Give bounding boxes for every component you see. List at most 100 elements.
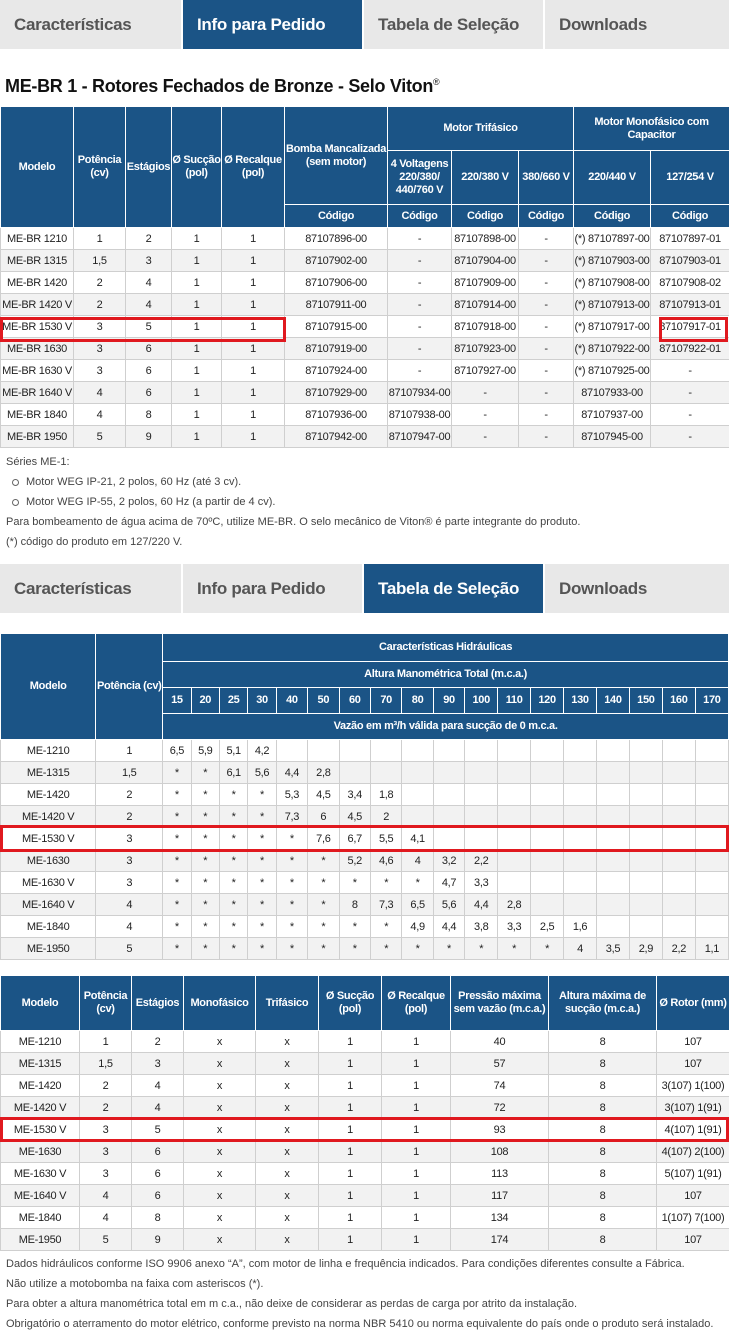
table-cell: 1 <box>318 1052 382 1075</box>
table-cell: 1 <box>318 1074 382 1097</box>
table-cell: * <box>401 871 434 894</box>
tab-downloads[interactable]: Downloads <box>545 0 729 49</box>
header-4-voltagens: 4 Voltagens 220/380/ 440/760 V <box>387 150 452 205</box>
table-cell: x <box>255 1118 319 1141</box>
table-cell: x <box>255 1096 319 1119</box>
tab-caracteristicas[interactable]: Características <box>0 564 181 613</box>
table-cell: 1 <box>318 1118 382 1141</box>
table-cell: x <box>183 1140 256 1163</box>
table-cell: 3,3 <box>464 871 499 894</box>
table-row: ME-1420 V 2 * * * * 7,3 6 4,5 2 <box>0 805 729 828</box>
header-altura-value: 150 <box>628 687 663 714</box>
table-cell <box>595 871 630 894</box>
table-cell: * <box>162 893 192 916</box>
table-cell: 1 <box>171 381 222 404</box>
table-cell: - <box>387 337 452 360</box>
table-cell: * <box>247 849 277 872</box>
table-cell: 1 <box>318 1228 382 1251</box>
tab-tabela-selecao[interactable]: Tabela de Seleção <box>364 0 543 49</box>
table-row: ME-BR 1210 1 2 1 1 87107896-00-87107898-00- (*… <box>0 227 729 250</box>
table-cell: 6 <box>131 1162 184 1185</box>
header-motor-monofasico: Motor Monofásico com Capacitor <box>573 106 729 151</box>
table-cell: 1,5 <box>79 1052 132 1075</box>
table-cell: (*) 87107925-00 <box>573 359 652 382</box>
table-cell: - <box>650 359 729 382</box>
table-cell: 3,8 <box>464 915 499 938</box>
header-modelo: Modelo <box>0 106 74 228</box>
table-cell: 2 <box>369 805 403 828</box>
header-cell: Ø Sucção (pol) <box>318 975 382 1031</box>
tab-tabela-selecao[interactable]: Tabela de Seleção <box>364 564 543 613</box>
table-cell: 4,5 <box>338 805 371 828</box>
table-cell: 4 <box>73 403 126 426</box>
table-cell: - <box>517 337 575 360</box>
table-cell: 1 <box>221 381 285 404</box>
table-cell: 87107934-00 <box>387 381 452 404</box>
table-cell: * <box>247 937 277 960</box>
table-cell: * <box>162 805 192 828</box>
table-cell: * <box>162 827 192 850</box>
table-cell: x <box>183 1228 256 1251</box>
table-cell-power: 3 <box>95 827 164 850</box>
table-cell: - <box>387 293 452 316</box>
table-cell: * <box>162 915 192 938</box>
table-cell: 5 <box>73 425 126 448</box>
table-row: ME-BR 1530 V 3 5 1 1 87107915-00-87107918-00-… <box>0 315 729 338</box>
table-cell: - <box>387 271 452 294</box>
table-cell <box>628 783 663 806</box>
table-cell: 8 <box>548 1162 657 1185</box>
table-cell <box>497 761 532 784</box>
table-row: ME-1640 V 4 * * * * * * 8 7,3 6,5 5,6 4,4 2,8 <box>0 893 729 916</box>
table-cell <box>530 849 565 872</box>
table-cell: ME-1630 <box>0 1140 80 1163</box>
table-cell: 107 <box>656 1030 729 1053</box>
table-cell: 87107913-01 <box>650 293 729 316</box>
table-cell: - <box>387 359 452 382</box>
tab-info-pedido[interactable]: Info para Pedido <box>183 564 362 613</box>
table-cell <box>432 761 466 784</box>
header-altura-value: 100 <box>464 687 499 714</box>
table-cell: ME-1420 <box>0 1074 80 1097</box>
table-cell: * <box>190 937 220 960</box>
table-cell <box>530 805 565 828</box>
table-cell: * <box>464 937 499 960</box>
table-cell: - <box>650 425 729 448</box>
hydraulic-table: Modelo Potência (cv) Características Hid… <box>0 633 729 960</box>
header-recalque: Ø Recalque (pol) <box>221 106 285 228</box>
table-cell: 40 <box>450 1030 549 1053</box>
table-cell: x <box>255 1140 319 1163</box>
table-cell <box>464 783 499 806</box>
table-cell: ME-BR 1640 V <box>0 381 74 404</box>
table-cell: 6 <box>125 381 172 404</box>
table-cell: 4 <box>125 271 172 294</box>
tab-caracteristicas[interactable]: Características <box>0 0 181 49</box>
table-cell: 2 <box>131 1030 184 1053</box>
table-cell: 1 <box>221 403 285 426</box>
table-cell: 1 <box>171 425 222 448</box>
table-cell: 5,3 <box>275 783 309 806</box>
table-cell: - <box>451 425 519 448</box>
header-codigo: Código <box>650 204 729 228</box>
table-cell: 87107897-01 <box>650 227 729 250</box>
table-cell <box>628 893 663 916</box>
tab-bar-top: Características Info para Pedido Tabela … <box>0 0 729 49</box>
table-cell: 1 <box>171 359 222 382</box>
table-cell: 2,2 <box>464 849 499 872</box>
table-cell: - <box>650 403 729 426</box>
tab-info-pedido[interactable]: Info para Pedido <box>183 0 362 49</box>
table-cell: 87107933-00 <box>573 381 652 404</box>
table-cell: 87107904-00 <box>451 249 519 272</box>
table-cell: 1 <box>318 1206 382 1229</box>
tab-downloads[interactable]: Downloads <box>545 564 729 613</box>
table-cell: * <box>190 805 220 828</box>
table-cell: 87107923-00 <box>451 337 519 360</box>
table-cell <box>595 805 630 828</box>
table-cell-model: ME-1420 <box>0 783 97 806</box>
table-cell: * <box>338 871 371 894</box>
table-cell: 4,4 <box>432 915 466 938</box>
table-cell: (*) 87107897-00 <box>573 227 652 250</box>
table-row: ME-1315 1,5 3 x x 1 1 57 8 107 <box>0 1052 729 1075</box>
table-cell <box>661 871 696 894</box>
table-cell: 87107898-00 <box>451 227 519 250</box>
order-table-body: ME-BR 1210 1 2 1 1 87107896-00-87107898-00- (*… <box>0 227 729 448</box>
